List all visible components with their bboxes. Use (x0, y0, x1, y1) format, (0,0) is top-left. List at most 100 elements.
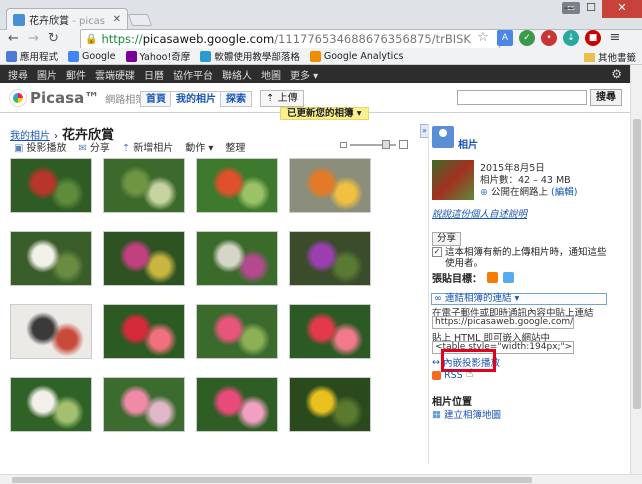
bookmark-blog[interactable]: 軟體使用教學部落格 (200, 49, 300, 63)
settings-gear-icon[interactable]: ⚙ (611, 67, 622, 81)
organize-button[interactable]: 整理 (225, 139, 245, 154)
add-photo-button[interactable]: ⇡ 新增相片 (122, 139, 173, 154)
upload-button[interactable]: ⇡ 上傳 (260, 90, 304, 107)
bookmark-google[interactable]: Google (68, 50, 116, 62)
photo-thumbnail[interactable] (196, 304, 278, 359)
owner-link[interactable]: 相片 (458, 136, 478, 151)
extension-green-icon[interactable]: ✓ (519, 30, 535, 46)
photo-grid (10, 158, 420, 432)
bookmark-yahoo[interactable]: Yahoo!奇摩 (125, 49, 190, 63)
tab-explore[interactable]: 探索 (220, 91, 252, 107)
search-input[interactable] (457, 90, 587, 105)
album-url-field[interactable]: https://picasaweb.google.com/11177653 (432, 316, 574, 329)
blogger-icon[interactable] (487, 272, 498, 283)
tab-close-icon[interactable]: ✕ (113, 14, 121, 25)
bookmark-analytics[interactable]: Google Analytics (309, 50, 404, 62)
description-link[interactable]: 說說這份個人自述說明 (432, 206, 527, 220)
picasa-favicon-icon (13, 13, 25, 26)
photo-thumbnail[interactable] (10, 304, 92, 359)
photo-thumbnail[interactable] (103, 377, 185, 432)
slideshow-button[interactable]: ▣ 投影播放 (14, 139, 66, 154)
browser-tab[interactable]: 花卉欣賞 - picas ✕ (6, 8, 128, 30)
photo-thumbnail[interactable] (289, 377, 371, 432)
link-to-album-dropdown[interactable]: ∞ 連結相簿的連結 ▾ (431, 293, 607, 305)
extension-red-icon[interactable]: • (541, 30, 557, 46)
other-bookmarks[interactable]: 其他書籤 (583, 50, 636, 64)
hand-cursor-icon: ☝ (466, 366, 474, 380)
picasa-pinwheel-icon (10, 90, 26, 106)
tab-home[interactable]: 首頁 (140, 91, 172, 107)
photo-thumbnail[interactable] (196, 231, 278, 286)
action-menu[interactable]: 動作 ▾ (185, 139, 213, 154)
forward-icon[interactable]: → (28, 31, 39, 46)
twitter-icon[interactable] (503, 272, 514, 283)
photo-thumbnail[interactable] (196, 377, 278, 432)
slideshow-icon: ▣ (14, 143, 24, 154)
blog-icon (200, 50, 212, 62)
photo-thumbnail[interactable] (289, 231, 371, 286)
location-heading: 相片位置 (432, 397, 472, 408)
horizontal-scroll-thumb[interactable] (12, 477, 532, 483)
google-icon (68, 50, 80, 62)
share-button[interactable]: ✉ 分享 (78, 139, 109, 154)
photo-thumbnail[interactable] (103, 304, 185, 359)
vertical-scroll-thumb[interactable] (633, 119, 641, 409)
album-visibility: ⊕ 公開在網路上 (編輯) (480, 187, 578, 198)
album-actions: ▣ 投影播放 ✉ 分享 ⇡ 新增相片 動作 ▾ 整理 (14, 139, 245, 154)
bookmark-apps[interactable]: 應用程式 (6, 49, 58, 63)
window-close-icon[interactable]: ✕ (602, 0, 642, 18)
photo-thumbnail[interactable] (289, 304, 371, 359)
gbar-images[interactable]: 圖片 (37, 67, 57, 82)
tab-my-photos[interactable]: 我的相片 (170, 91, 222, 107)
extension-teal-icon[interactable]: ↓ (563, 30, 579, 46)
gbar-more[interactable]: 更多 ▾ (290, 67, 318, 82)
photo-thumbnail[interactable] (196, 158, 278, 213)
gbar-mail[interactable]: 郵件 (66, 67, 86, 82)
gbar-drive[interactable]: 雲端硬碟 (95, 67, 135, 82)
yahoo-icon (125, 50, 137, 62)
translate-icon[interactable]: A (497, 30, 513, 46)
minimize-icon[interactable]: — (558, 0, 580, 18)
avatar[interactable] (432, 126, 454, 148)
window-controls: — ☐ ✕ (558, 0, 642, 18)
menu-icon[interactable]: ≡ (607, 30, 623, 46)
gbar-sites[interactable]: 協作平台 (173, 67, 213, 82)
edit-visibility-link[interactable]: (編輯) (551, 187, 577, 198)
photo-thumbnail[interactable] (10, 377, 92, 432)
photo-thumbnail[interactable] (10, 231, 92, 286)
new-tab-button[interactable] (127, 14, 153, 26)
folder-icon (583, 52, 595, 62)
vertical-scrollbar[interactable] (630, 65, 642, 474)
apps-icon (6, 50, 17, 62)
extension-icons: ☆ A ✓ • ↓ ■ ≡ (475, 30, 623, 46)
side-share-button[interactable]: 分享 (432, 232, 462, 246)
reload-icon[interactable]: ↻ (48, 31, 59, 46)
notify-checkbox[interactable]: ✓ (432, 247, 442, 257)
link-icon: ∞ (434, 293, 442, 304)
maximize-icon[interactable]: ☐ (580, 0, 602, 18)
photo-thumbnail[interactable] (103, 231, 185, 286)
picasa-logo[interactable]: Picasa™ 網路相簿 (10, 89, 145, 107)
slider-handle[interactable] (382, 139, 390, 149)
gbar-calendar[interactable]: 日曆 (144, 67, 164, 82)
address-bar[interactable]: 🔒 https://picasaweb.google.com/111776534… (80, 29, 500, 49)
bookmarks-bar: 應用程式 Google Yahoo!奇摩 軟體使用教學部落格 Google An… (0, 48, 642, 65)
extension-stop-icon[interactable]: ■ (585, 30, 601, 46)
photo-thumbnail[interactable] (10, 158, 92, 213)
back-icon[interactable]: ← (8, 31, 19, 46)
thumbnail-size-slider[interactable] (340, 139, 408, 149)
update-notice[interactable]: 已更新您的相簿 ▾ (280, 107, 369, 120)
notify-checkbox-row: ✓ 這本相簿有新的上傳相片時，通知這些使用者。 (432, 247, 607, 269)
photo-thumbnail[interactable] (103, 158, 185, 213)
search-button[interactable]: 搜尋 (590, 89, 622, 106)
rss-link[interactable]: RSS (432, 370, 463, 381)
bookmark-star-icon[interactable]: ☆ (475, 30, 491, 46)
horizontal-scrollbar[interactable] (0, 474, 642, 484)
photo-thumbnail[interactable] (289, 158, 371, 213)
gbar-maps[interactable]: 地圖 (261, 67, 281, 82)
panel-divider (428, 124, 429, 464)
create-map-link[interactable]: ▦ 建立相簿地圖 (432, 407, 501, 422)
gbar-search[interactable]: 搜尋 (8, 67, 28, 82)
album-cover[interactable] (432, 160, 474, 200)
gbar-contacts[interactable]: 聯絡人 (222, 67, 252, 82)
